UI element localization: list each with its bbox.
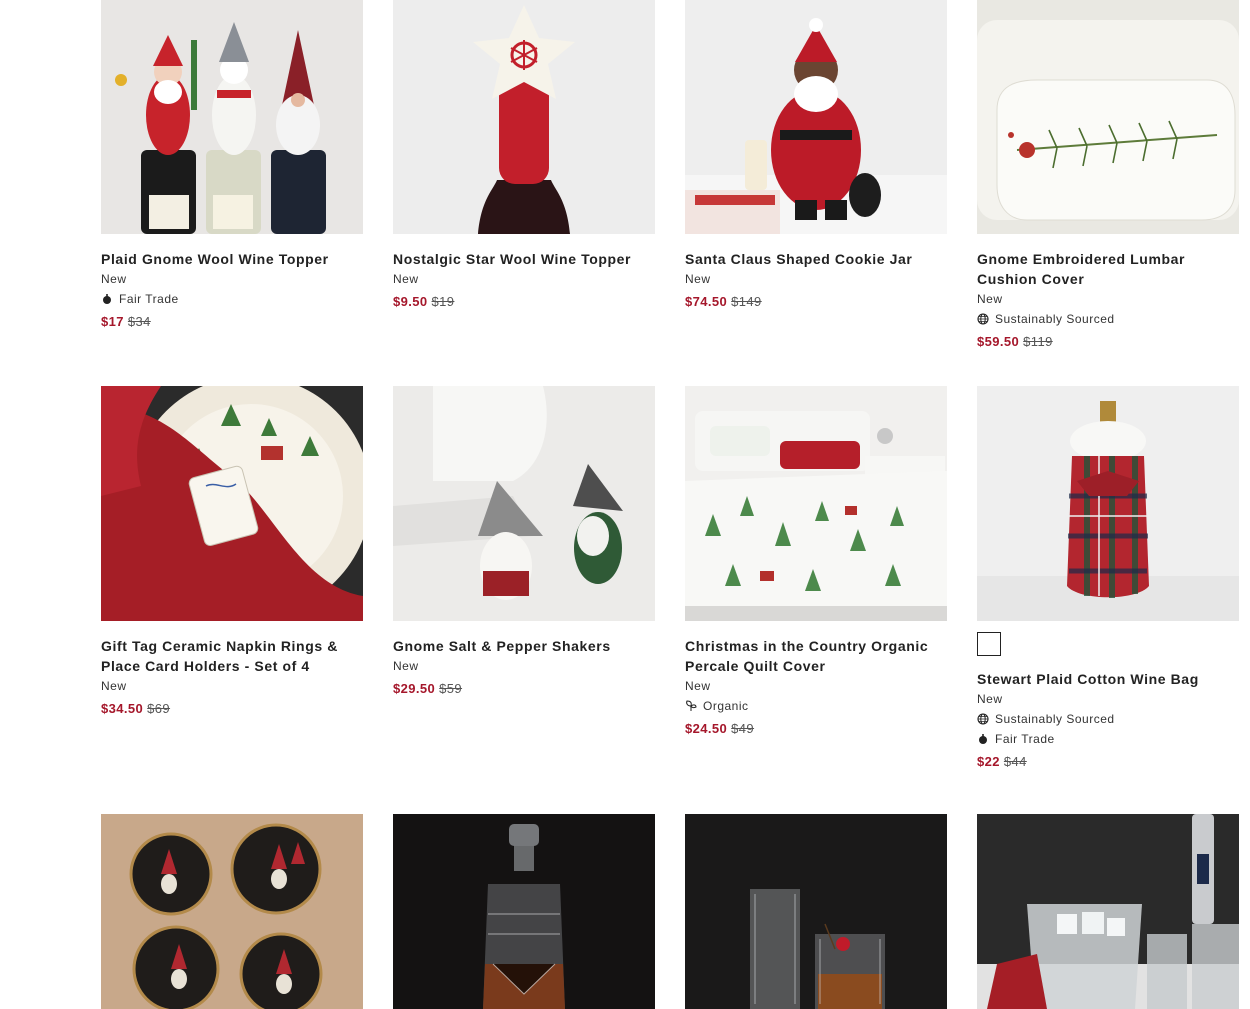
product-image-glasses[interactable] <box>685 814 947 1009</box>
sale-price: $59.50 <box>977 334 1020 349</box>
product-image-quilt-cover[interactable] <box>685 386 947 621</box>
price: $59.50 $119 <box>977 334 1239 350</box>
color-swatch[interactable] <box>977 632 1001 656</box>
original-price: $34 <box>127 314 151 329</box>
product-image-lumbar-cushion[interactable] <box>977 0 1239 234</box>
price: $9.50 $19 <box>393 294 655 310</box>
new-badge: New <box>393 659 419 673</box>
product-image-wine-toppers[interactable] <box>101 0 363 234</box>
fair-trade-icon <box>979 734 987 744</box>
new-badge: New <box>685 272 711 286</box>
product-card[interactable] <box>685 814 947 1009</box>
product-image-cookie-jar[interactable] <box>685 0 947 234</box>
product-title[interactable]: Stewart Plaid Cotton Wine Bag <box>977 669 1239 689</box>
sale-price: $29.50 <box>393 681 436 696</box>
new-badge: New <box>977 692 1003 706</box>
attribute-label: Organic <box>703 699 749 713</box>
new-badge: New <box>977 292 1003 306</box>
original-price: $69 <box>147 701 171 716</box>
product-title[interactable]: Nostalgic Star Wool Wine Topper <box>393 249 655 269</box>
attribute-fair-trade: Fair Trade <box>101 292 363 306</box>
price: $22 $44 <box>977 754 1239 770</box>
product-card[interactable]: Stewart Plaid Cotton Wine Bag New Sustai… <box>977 386 1239 770</box>
product-card[interactable]: Nostalgic Star Wool Wine Topper New $9.5… <box>393 0 655 310</box>
attribute-sustainably-sourced: Sustainably Sourced <box>977 312 1239 326</box>
new-badge: New <box>685 679 711 693</box>
globe-icon <box>977 713 989 725</box>
product-image-ice-bucket[interactable] <box>977 814 1239 1009</box>
price: $74.50 $149 <box>685 294 947 310</box>
product-card[interactable]: Christmas in the Country Organic Percale… <box>685 386 947 737</box>
price: $24.50 $49 <box>685 721 947 737</box>
sale-price: $22 <box>977 754 1000 769</box>
attribute-organic: Organic <box>685 699 947 713</box>
product-title[interactable]: Christmas in the Country Organic Percale… <box>685 636 947 676</box>
product-card[interactable]: Gift Tag Ceramic Napkin Rings & Place Ca… <box>101 386 363 717</box>
globe-icon <box>977 313 989 325</box>
original-price: $19 <box>431 294 455 309</box>
product-title[interactable]: Plaid Gnome Wool Wine Topper <box>101 249 363 269</box>
price: $29.50 $59 <box>393 681 655 697</box>
sale-price: $24.50 <box>685 721 728 736</box>
leaf-icon <box>686 700 697 711</box>
attribute-sustainably-sourced: Sustainably Sourced <box>977 712 1239 726</box>
product-image-star-topper[interactable] <box>393 0 655 234</box>
new-badge: New <box>393 272 419 286</box>
original-price: $59 <box>439 681 463 696</box>
product-image-gnome-shakers[interactable] <box>393 386 655 621</box>
product-card[interactable] <box>393 814 655 1009</box>
product-card[interactable]: Plaid Gnome Wool Wine Topper New Fair Tr… <box>101 0 363 330</box>
new-badge: New <box>101 679 127 693</box>
product-title[interactable]: Gift Tag Ceramic Napkin Rings & Place Ca… <box>101 636 363 676</box>
sale-price: $34.50 <box>101 701 144 716</box>
sale-price: $9.50 <box>393 294 428 309</box>
original-price: $44 <box>1003 754 1027 769</box>
sale-price: $17 <box>101 314 124 329</box>
product-title[interactable]: Gnome Embroidered Lumbar Cushion Cover <box>977 249 1239 289</box>
fair-trade-icon <box>103 294 111 304</box>
original-price: $49 <box>731 721 755 736</box>
attribute-fair-trade: Fair Trade <box>977 732 1239 746</box>
product-card[interactable]: Gnome Salt & Pepper Shakers New $29.50 $5… <box>393 386 655 697</box>
product-title[interactable]: Gnome Salt & Pepper Shakers <box>393 636 655 656</box>
product-card[interactable]: Santa Claus Shaped Cookie Jar New $74.50… <box>685 0 947 310</box>
sale-price: $74.50 <box>685 294 728 309</box>
price: $34.50 $69 <box>101 701 363 717</box>
product-card[interactable]: Gnome Embroidered Lumbar Cushion Cover N… <box>977 0 1239 350</box>
product-image-gnome-coasters[interactable] <box>101 814 363 1009</box>
product-image-napkin-rings[interactable] <box>101 386 363 621</box>
price: $17 $34 <box>101 314 363 330</box>
product-image-wine-bag[interactable] <box>977 386 1239 621</box>
original-price: $119 <box>1023 334 1053 349</box>
product-image-decanter[interactable] <box>393 814 655 1009</box>
attribute-label: Fair Trade <box>119 292 179 306</box>
product-card[interactable] <box>977 814 1239 1009</box>
attribute-label: Fair Trade <box>995 732 1055 746</box>
product-title[interactable]: Santa Claus Shaped Cookie Jar <box>685 249 947 269</box>
product-card[interactable] <box>101 814 363 1009</box>
original-price: $149 <box>731 294 762 309</box>
new-badge: New <box>101 272 127 286</box>
attribute-label: Sustainably Sourced <box>995 712 1115 726</box>
attribute-label: Sustainably Sourced <box>995 312 1115 326</box>
